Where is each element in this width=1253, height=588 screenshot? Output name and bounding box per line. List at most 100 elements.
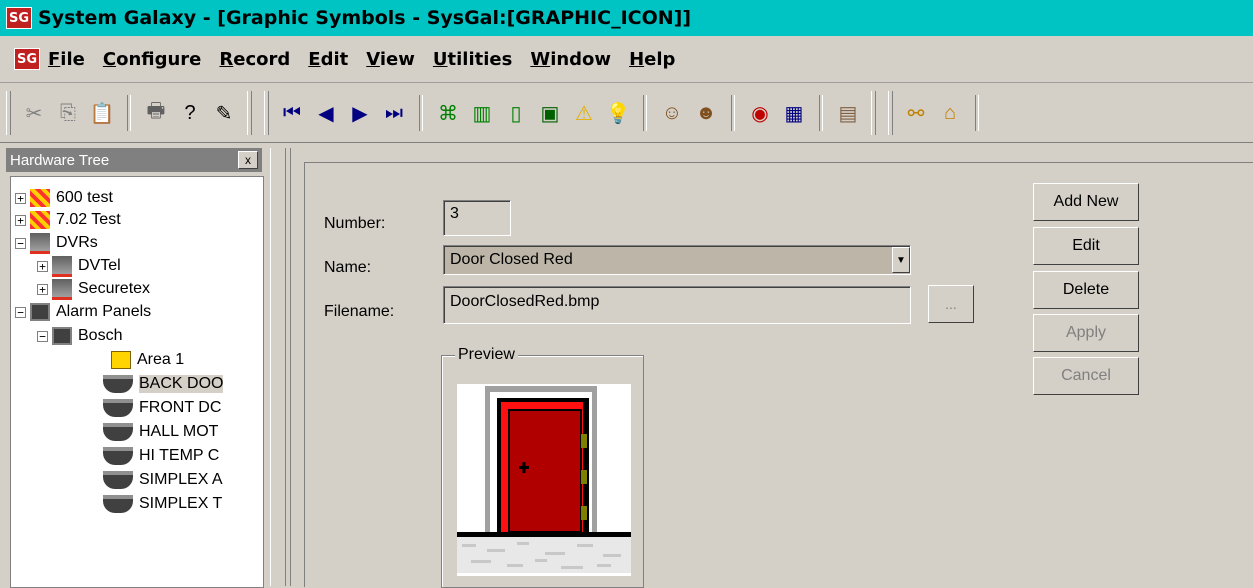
door-group-icon[interactable]: ▥ — [467, 96, 497, 130]
panel-splitter[interactable] — [270, 148, 286, 586]
tree-node[interactable]: − DVRs — [15, 232, 98, 254]
toolbar-grip[interactable] — [888, 91, 893, 135]
tree-node[interactable]: + Securetex — [37, 278, 150, 300]
window-title: System Galaxy - [Graphic Symbols - SysGa… — [38, 7, 692, 29]
toolbar-separator — [819, 95, 823, 131]
toolbar-grip[interactable] — [247, 91, 252, 135]
tree-node-label: Area 1 — [137, 351, 185, 368]
toolbar-separator — [643, 95, 647, 131]
prev-record-icon[interactable]: ◀ — [311, 96, 341, 130]
cardholder-icon[interactable]: ☺ — [657, 96, 687, 130]
tree-node-label: Securetex — [78, 280, 151, 297]
light-icon[interactable]: 💡 — [603, 96, 633, 130]
hardware-tree[interactable]: +600 test +7.02 Test − DVRs + DVTel + Securetex… — [10, 176, 264, 588]
tree-node[interactable]: HI TEMP C — [103, 445, 219, 467]
apply-button[interactable]: Apply — [1033, 314, 1139, 352]
schedule-icon[interactable]: ◉ — [745, 96, 775, 130]
tree-node[interactable]: + DVTel — [37, 255, 121, 277]
preview-label: Preview — [455, 346, 518, 364]
door-icon — [103, 399, 133, 417]
browse-button[interactable]: ... — [928, 285, 974, 323]
menu-file[interactable]: File — [48, 49, 85, 70]
copy-icon[interactable]: ⎘ — [53, 96, 83, 130]
menu-configure[interactable]: Configure — [103, 49, 202, 70]
add-new-button[interactable]: Add New — [1033, 183, 1139, 221]
map-icon[interactable]: ▤ — [833, 96, 863, 130]
expand-icon[interactable]: + — [15, 214, 26, 226]
panel-icon[interactable]: ▣ — [535, 96, 565, 130]
filename-field[interactable]: DoorClosedRed.bmp — [443, 286, 911, 324]
door-icon — [103, 471, 133, 489]
title-bar: SG System Galaxy - [Graphic Symbols - Sy… — [0, 0, 1253, 36]
red-icon — [30, 189, 50, 207]
expand-icon[interactable]: + — [37, 283, 48, 295]
first-record-icon[interactable]: ⏮ — [277, 96, 307, 130]
toolbar-grip[interactable] — [6, 91, 11, 135]
tree-node-label: Bosch — [78, 327, 123, 344]
last-record-icon[interactable]: ⏭ — [379, 96, 409, 130]
grid-icon[interactable]: ▦ — [779, 96, 809, 130]
hardware-tree-header: Hardware Tree x — [6, 148, 262, 172]
next-record-icon[interactable]: ▶ — [345, 96, 375, 130]
door-icon — [103, 447, 133, 465]
menu-view[interactable]: View — [366, 49, 415, 70]
collapse-icon[interactable]: − — [15, 306, 26, 318]
tree-node[interactable]: Area 1 — [111, 349, 184, 371]
cancel-button[interactable]: Cancel — [1033, 357, 1139, 395]
menu-utilities[interactable]: Utilities — [433, 49, 512, 70]
tree-node[interactable]: +600 test — [15, 187, 113, 209]
toolbar-separator — [731, 95, 735, 131]
menu-window[interactable]: Window — [530, 49, 611, 70]
toolbar-grip[interactable] — [264, 91, 269, 135]
door-icon — [103, 423, 133, 441]
door-closed-red-icon — [457, 384, 631, 576]
warning-icon[interactable]: ⚠ — [569, 96, 599, 130]
panel-icon — [52, 327, 72, 345]
close-icon[interactable]: x — [238, 151, 258, 169]
edit-doc-icon[interactable]: ✎ — [209, 96, 239, 130]
tree-node[interactable]: +7.02 Test — [15, 209, 121, 231]
collapse-icon[interactable]: − — [15, 237, 26, 249]
name-select[interactable]: Door Closed Red ▼ — [443, 245, 911, 275]
cut-icon[interactable]: ✂ — [19, 96, 49, 130]
building-icon[interactable]: ⌂ — [935, 96, 965, 130]
door-icon[interactable]: ▯ — [501, 96, 531, 130]
tree-node[interactable]: SIMPLEX A — [103, 469, 223, 491]
dvr-icon — [52, 255, 72, 277]
tree-node-label: SIMPLEX A — [139, 471, 223, 488]
chevron-down-icon[interactable]: ▼ — [892, 247, 910, 273]
menu-edit[interactable]: Edit — [308, 49, 348, 70]
child-window-icon[interactable]: SG — [14, 48, 40, 70]
tree-node-label: SIMPLEX T — [139, 495, 223, 512]
tree-node[interactable]: FRONT DC — [103, 397, 221, 419]
red-icon — [30, 211, 50, 229]
link-icon[interactable]: ⚯ — [901, 96, 931, 130]
network-icon[interactable]: ⌘ — [433, 96, 463, 130]
tree-node[interactable]: − Bosch — [37, 325, 122, 347]
number-field[interactable]: 3 — [443, 200, 511, 236]
toolbar-grip[interactable] — [871, 91, 876, 135]
hardware-tree-panel: Hardware Tree x +600 test +7.02 Test − DVRs… — [6, 148, 264, 588]
expand-icon[interactable]: + — [15, 192, 26, 204]
delete-button[interactable]: Delete — [1033, 271, 1139, 309]
collapse-icon[interactable]: − — [37, 330, 48, 342]
tree-node-label: HI TEMP C — [139, 447, 220, 464]
operators-icon[interactable]: ☻ — [691, 96, 721, 130]
toolbar: ✂ ⎘ 📋 🖶? ✎ ⏮ ◀ ▶ ⏭ ⌘ ▥ ▯ ▣ ⚠ 💡 ☺ ☻ ◉ ▦ ▤ ⚯ ⌂ — [0, 84, 1253, 143]
tree-node[interactable]: BACK DOO — [103, 373, 224, 395]
edit-button[interactable]: Edit — [1033, 227, 1139, 265]
help-icon[interactable]: ? — [175, 96, 205, 130]
expand-icon[interactable]: + — [37, 260, 48, 272]
tree-node-label: Alarm Panels — [56, 303, 152, 320]
tree-node[interactable]: − Alarm Panels — [15, 301, 151, 323]
filename-label: Filename: — [324, 303, 395, 320]
paste-icon[interactable]: 📋 — [87, 96, 117, 130]
tree-node[interactable]: HALL MOT — [103, 421, 218, 443]
print-icon[interactable]: 🖶 — [141, 96, 171, 130]
tree-node-label: 7.02 Test — [56, 211, 121, 228]
menu-help[interactable]: Help — [629, 49, 675, 70]
menu-record[interactable]: Record — [219, 49, 290, 70]
tree-node[interactable]: SIMPLEX T — [103, 493, 222, 515]
name-select-value: Door Closed Red — [450, 251, 573, 268]
hardware-tree-title: Hardware Tree — [10, 151, 110, 169]
